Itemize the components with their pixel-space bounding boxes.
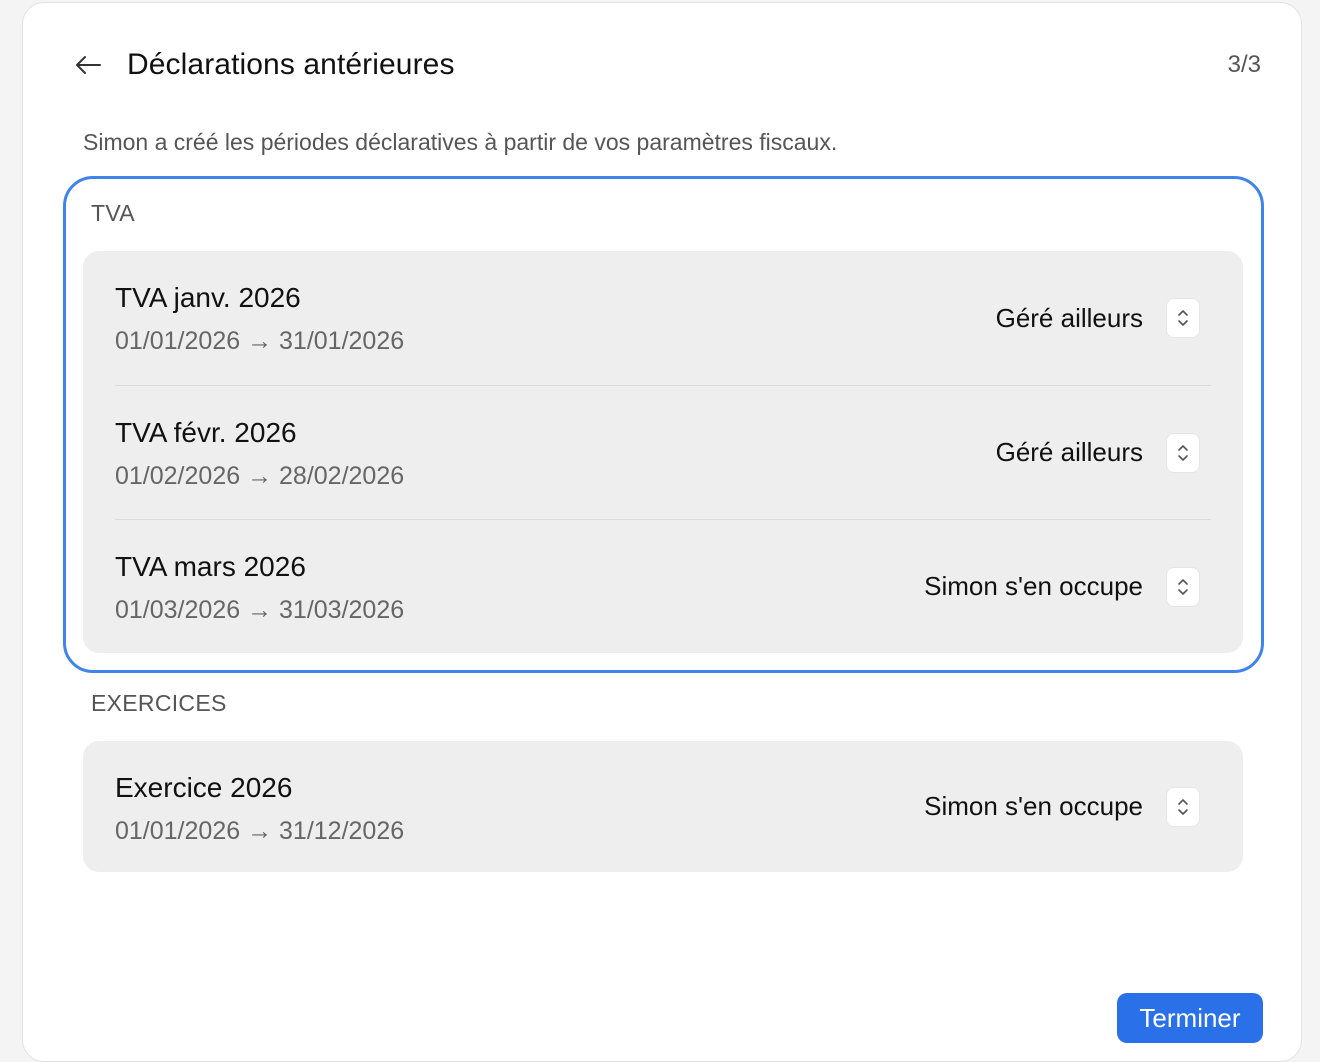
- status-select[interactable]: Simon s'en occupe: [924, 567, 1199, 606]
- list-item: TVA janv. 2026 01/01/2026 → 31/01/2026 G…: [115, 251, 1211, 385]
- list-item: Exercice 2026 01/01/2026 → 31/12/2026 Si…: [115, 741, 1211, 872]
- period-dates: 01/02/2026 → 28/02/2026: [115, 462, 405, 490]
- status-value: Géré ailleurs: [995, 437, 1143, 467]
- period-title: TVA mars 2026: [115, 551, 306, 582]
- period-title: Exercice 2026: [115, 772, 293, 803]
- period-title: TVA févr. 2026: [115, 417, 297, 448]
- section-label-exercices: EXERCICES: [91, 690, 227, 716]
- status-select[interactable]: Simon s'en occupe: [924, 787, 1199, 826]
- dialog-panel: Déclarations antérieures 3/3 Simon a cré…: [22, 2, 1302, 1062]
- period-dates: 01/03/2026 → 31/03/2026: [115, 596, 405, 624]
- status-select[interactable]: Géré ailleurs: [996, 299, 1199, 337]
- status-value: Simon s'en occupe: [924, 571, 1143, 601]
- status-select[interactable]: Géré ailleurs: [995, 433, 1199, 472]
- step-indicator: 3/3: [1227, 51, 1261, 78]
- chevron-up-down-icon: [1167, 567, 1199, 606]
- dialog-header: Déclarations antérieures 3/3: [71, 43, 1261, 87]
- status-value: Géré ailleurs: [995, 302, 1143, 333]
- tva-card: TVA janv. 2026 01/01/2026 → 31/01/2026 G…: [83, 251, 1243, 653]
- intro-text: Simon a créé les périodes déclaratives à…: [83, 129, 838, 155]
- back-button[interactable]: [71, 48, 105, 82]
- chevron-up-down-icon: [1167, 433, 1199, 472]
- list-item: TVA févr. 2026 01/02/2026 → 28/02/2026 G…: [115, 385, 1211, 519]
- chevron-up-down-icon: [1167, 787, 1199, 826]
- section-label-tva: TVA: [91, 200, 135, 226]
- period-dates: 01/01/2026 → 31/01/2026: [115, 327, 405, 355]
- list-item: TVA mars 2026 01/03/2026 → 31/03/2026 Si…: [115, 519, 1211, 653]
- page-title: Déclarations antérieures: [127, 48, 455, 81]
- period-title: TVA janv. 2026: [115, 282, 301, 313]
- chevron-up-down-icon: [1167, 299, 1199, 337]
- period-dates: 01/01/2026 → 31/12/2026: [115, 817, 405, 845]
- arrow-left-icon: [76, 56, 101, 74]
- status-value: Simon s'en occupe: [924, 791, 1143, 821]
- exercices-card: Exercice 2026 01/01/2026 → 31/12/2026 Si…: [83, 741, 1243, 872]
- finish-button[interactable]: Terminer: [1117, 993, 1263, 1043]
